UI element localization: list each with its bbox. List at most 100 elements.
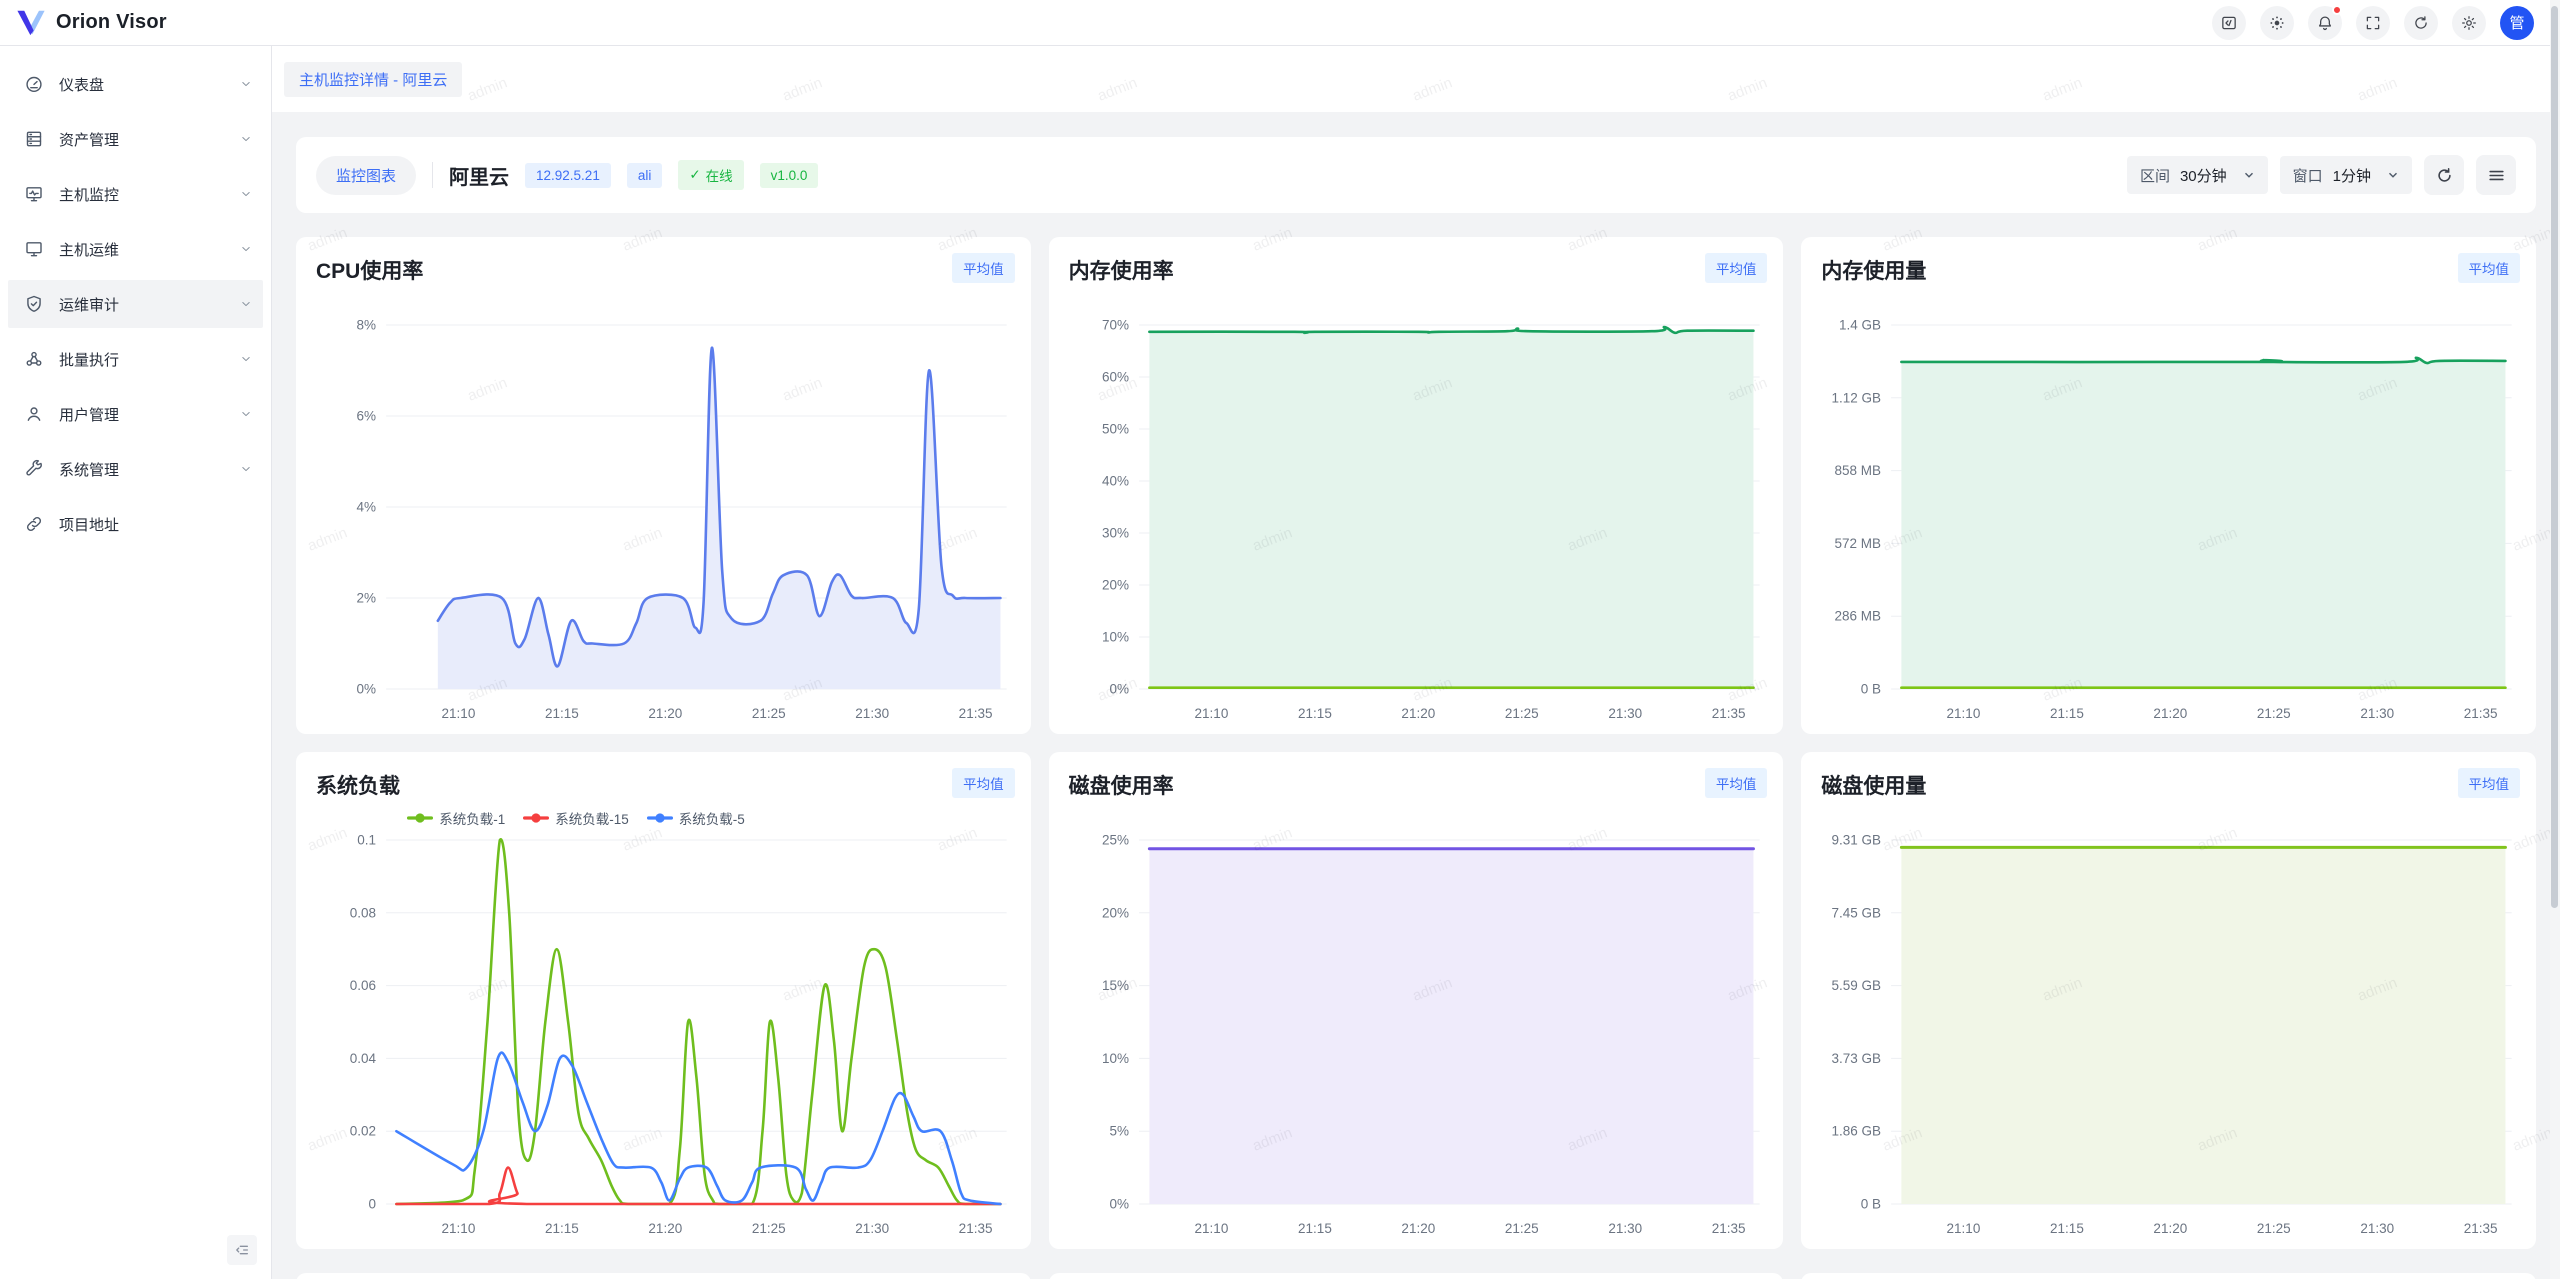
sidebar-item-assets[interactable]: 资产管理	[8, 115, 263, 163]
sidebar-item-label: 运维审计	[59, 294, 239, 315]
brand-title: Orion Visor	[56, 11, 167, 34]
breadcrumb-bar: 主机监控详情 - 阿里云	[272, 46, 2560, 112]
hamburger-menu-icon	[2487, 166, 2506, 185]
sidebar-item-host-monitor[interactable]: 主机监控	[8, 170, 263, 218]
chart-card-partial	[1049, 1273, 1784, 1279]
settings-gear-button[interactable]	[2452, 6, 2486, 40]
host-header-card: 监控图表 阿里云 12.92.5.21 ali ✓在线 v1.0.0 区间 30…	[296, 137, 2536, 213]
svg-text:21:25: 21:25	[2257, 1221, 2291, 1236]
svg-text:1.86 GB: 1.86 GB	[1832, 1124, 1882, 1139]
code-button[interactable]	[2212, 6, 2246, 40]
svg-text:21:20: 21:20	[1401, 706, 1435, 721]
dashboard-icon	[24, 74, 44, 94]
content-area: 监控图表 阿里云 12.92.5.21 ali ✓在线 v1.0.0 区间 30…	[272, 112, 2560, 1279]
svg-text:9.31 GB: 9.31 GB	[1832, 833, 1882, 848]
fullscreen-button[interactable]	[2356, 6, 2390, 40]
svg-text:21:10: 21:10	[442, 1221, 476, 1236]
sidebar-item-label: 主机监控	[59, 184, 239, 205]
notification-bell-button[interactable]	[2308, 6, 2342, 40]
theme-brightness-button[interactable]	[2260, 6, 2294, 40]
svg-text:21:15: 21:15	[545, 706, 579, 721]
sidebar-menu: 仪表盘资产管理主机监控主机运维运维审计批量执行用户管理系统管理项目地址	[0, 60, 271, 548]
svg-text:0 B: 0 B	[1861, 682, 1881, 697]
svg-text:20%: 20%	[1102, 905, 1129, 920]
chevron-down-icon	[2387, 169, 2399, 181]
window-select[interactable]: 窗口 1分钟	[2280, 156, 2412, 194]
host-name: 阿里云	[449, 161, 509, 190]
chart-card-disk-usage-rate: 磁盘使用率平均值0%5%10%15%20%25%21:1021:1521:202…	[1049, 752, 1784, 1249]
sidebar-item-system-wrench[interactable]: 系统管理	[8, 445, 263, 493]
sidebar-item-user[interactable]: 用户管理	[8, 390, 263, 438]
chart-card-partial	[1801, 1273, 2536, 1279]
svg-text:21:35: 21:35	[2464, 706, 2498, 721]
sidebar-item-label: 主机运维	[59, 239, 239, 260]
svg-text:3.73 GB: 3.73 GB	[1832, 1051, 1882, 1066]
svg-text:21:30: 21:30	[855, 706, 889, 721]
chevron-down-icon	[239, 462, 253, 476]
page-scrollbar	[2550, 0, 2560, 1279]
user-icon	[24, 404, 44, 424]
svg-text:5%: 5%	[1109, 1124, 1129, 1139]
svg-text:21:25: 21:25	[752, 1221, 786, 1236]
user-avatar[interactable]: 管	[2500, 6, 2534, 40]
svg-text:10%: 10%	[1102, 1051, 1129, 1066]
chart-card-system-load: 系统负载平均值系统负载-1系统负载-15系统负载-500.020.040.060…	[296, 752, 1031, 1249]
sidebar-item-dashboard[interactable]: 仪表盘	[8, 60, 263, 108]
sidebar-item-link[interactable]: 项目地址	[8, 500, 263, 548]
chart-menu-button[interactable]	[2476, 155, 2516, 195]
sidebar-item-batch-exec[interactable]: 批量执行	[8, 335, 263, 383]
svg-text:21:20: 21:20	[2154, 706, 2188, 721]
reload-button[interactable]	[2404, 6, 2438, 40]
chart-plot: 0%5%10%15%20%25%21:1021:1521:2021:2521:3…	[1049, 752, 1784, 1249]
breadcrumb[interactable]: 主机监控详情 - 阿里云	[284, 62, 462, 97]
svg-text:21:30: 21:30	[1608, 1221, 1642, 1236]
svg-text:21:15: 21:15	[545, 1221, 579, 1236]
navbar-actions: 管	[2212, 6, 2534, 40]
host-ip-badge: 12.92.5.21	[525, 163, 611, 188]
reload-icon	[2412, 14, 2430, 32]
svg-text:2%: 2%	[357, 591, 377, 606]
tab-monitor-charts[interactable]: 监控图表	[316, 156, 416, 195]
svg-text:0.08: 0.08	[350, 905, 376, 920]
svg-text:21:35: 21:35	[1711, 706, 1745, 721]
scrollbar-thumb[interactable]	[2551, 6, 2558, 908]
svg-text:21:35: 21:35	[959, 706, 993, 721]
svg-text:21:35: 21:35	[959, 1221, 993, 1236]
code-icon	[2220, 14, 2238, 32]
svg-text:21:25: 21:25	[1504, 1221, 1538, 1236]
svg-text:21:35: 21:35	[2464, 1221, 2498, 1236]
notification-dot	[2332, 5, 2342, 15]
chevron-down-icon	[239, 187, 253, 201]
svg-text:572 MB: 572 MB	[1835, 536, 1882, 551]
svg-text:0.02: 0.02	[350, 1124, 376, 1139]
svg-text:0.1: 0.1	[357, 833, 376, 848]
refresh-charts-button[interactable]	[2424, 155, 2464, 195]
svg-text:21:15: 21:15	[2050, 706, 2084, 721]
svg-text:21:10: 21:10	[1947, 1221, 1981, 1236]
svg-text:5.59 GB: 5.59 GB	[1832, 978, 1882, 993]
host-info-group: 监控图表 阿里云 12.92.5.21 ali ✓在线 v1.0.0	[316, 156, 818, 195]
svg-text:50%: 50%	[1102, 422, 1129, 437]
sidebar-item-audit-shield[interactable]: 运维审计	[8, 280, 263, 328]
svg-text:20%: 20%	[1102, 578, 1129, 593]
sidebar-item-host-ops[interactable]: 主机运维	[8, 225, 263, 273]
main-content: 主机监控详情 - 阿里云 监控图表 阿里云 12.92.5.21 ali ✓在线…	[272, 46, 2560, 1279]
check-icon: ✓	[689, 167, 700, 183]
link-icon	[24, 514, 44, 534]
svg-text:30%: 30%	[1102, 526, 1129, 541]
interval-select[interactable]: 区间 30分钟	[2127, 156, 2268, 194]
svg-text:0.06: 0.06	[350, 978, 376, 993]
chart-plot: 00.020.040.060.080.121:1021:1521:2021:25…	[296, 752, 1031, 1249]
charts-grid-next-row	[296, 1273, 2536, 1279]
svg-text:0 B: 0 B	[1861, 1197, 1881, 1212]
svg-text:21:10: 21:10	[442, 706, 476, 721]
sidebar-item-label: 资产管理	[59, 129, 239, 150]
svg-text:60%: 60%	[1102, 370, 1129, 385]
sidebar-collapse-button[interactable]	[227, 1235, 257, 1265]
svg-text:0.04: 0.04	[350, 1051, 377, 1066]
svg-text:7.45 GB: 7.45 GB	[1832, 905, 1882, 920]
svg-text:21:30: 21:30	[2361, 1221, 2395, 1236]
svg-text:286 MB: 286 MB	[1835, 609, 1882, 624]
chart-plot: 0%2%4%6%8%21:1021:1521:2021:2521:3021:35	[296, 237, 1031, 734]
svg-text:21:10: 21:10	[1194, 706, 1228, 721]
